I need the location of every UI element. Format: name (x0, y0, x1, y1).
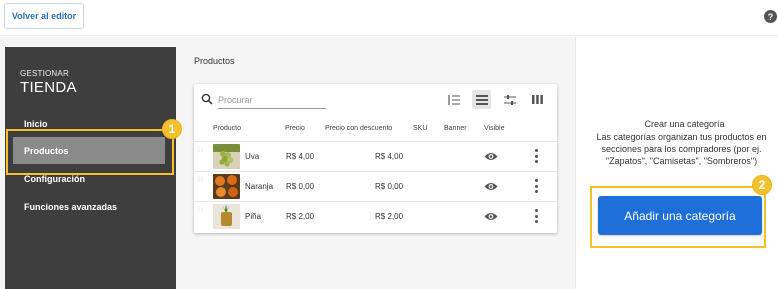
product-name[interactable]: Naranja (245, 182, 273, 191)
product-discount-price: R$ 0,00 (375, 182, 404, 191)
product-price: R$ 0,00 (286, 182, 315, 191)
column-header-precio-descuento[interactable]: Precio con descuento (325, 125, 392, 132)
list-numbered-icon[interactable] (444, 90, 463, 109)
column-header-producto[interactable]: Producto (213, 125, 241, 132)
brand-title: TIENDA (20, 79, 77, 96)
product-discount-price: R$ 4,00 (375, 152, 404, 161)
columns-icon[interactable] (528, 90, 547, 109)
create-category-title: Crear una categoría (644, 119, 725, 129)
page-title: Productos (194, 56, 235, 66)
drag-handle-icon[interactable]: ⁞⁞ (198, 207, 204, 223)
column-header-banner[interactable]: Banner (444, 125, 467, 132)
product-discount-price: R$ 2,00 (375, 212, 404, 221)
search-input[interactable] (218, 92, 326, 109)
add-category-button[interactable]: Añadir una categoría (598, 196, 762, 235)
question-circle-icon[interactable]: ? (764, 10, 777, 23)
more-options-icon[interactable] (534, 179, 538, 193)
product-price: R$ 4,00 (286, 152, 315, 161)
product-thumbnail-naranja (213, 174, 240, 199)
column-header-visible[interactable]: Visible (484, 125, 505, 132)
more-options-icon[interactable] (534, 209, 538, 223)
search-icon (201, 93, 213, 105)
drag-handle-icon[interactable]: ⁞⁞ (198, 177, 204, 193)
create-category-description: Las categorías organizan tus productos e… (596, 132, 767, 166)
table-row[interactable]: ⁞⁞ Piña R$ 2,00 R$ 2,00 (194, 201, 557, 231)
product-name[interactable]: Uva (245, 152, 259, 161)
top-bar: Volver al editor ? (0, 0, 778, 36)
product-thumbnail-uva (213, 144, 240, 169)
productos-highlight (6, 129, 174, 175)
step-badge-1: 1 (162, 119, 182, 139)
back-to-editor-button[interactable]: Volver al editor (4, 3, 84, 29)
column-header-precio[interactable]: Precio (285, 125, 305, 132)
product-name[interactable]: Piña (245, 212, 261, 221)
sidebar-item-funciones-avanzadas[interactable]: Funciones avanzadas (13, 193, 165, 220)
table-row[interactable]: ⁞⁞ Uva R$ 4,00 R$ 4,00 (194, 141, 557, 171)
column-header-sku[interactable]: SKU (413, 125, 427, 132)
table-row[interactable]: ⁞⁞ Naranja R$ 0,00 R$ 0,00 (194, 171, 557, 201)
brand-subtitle: GESTIONAR (20, 69, 69, 78)
list-view-icon[interactable] (472, 90, 491, 109)
step-badge-2: 2 (752, 175, 772, 195)
drag-handle-icon[interactable]: ⁞⁞ (198, 147, 204, 163)
eye-icon[interactable] (484, 211, 498, 222)
more-options-icon[interactable] (534, 149, 538, 163)
filter-sliders-icon[interactable] (500, 90, 519, 109)
eye-icon[interactable] (484, 181, 498, 192)
product-price: R$ 2,00 (286, 212, 315, 221)
eye-icon[interactable] (484, 151, 498, 162)
products-table-card: Producto Precio Precio con descuento SKU… (194, 84, 557, 233)
product-thumbnail-pina (213, 204, 240, 229)
